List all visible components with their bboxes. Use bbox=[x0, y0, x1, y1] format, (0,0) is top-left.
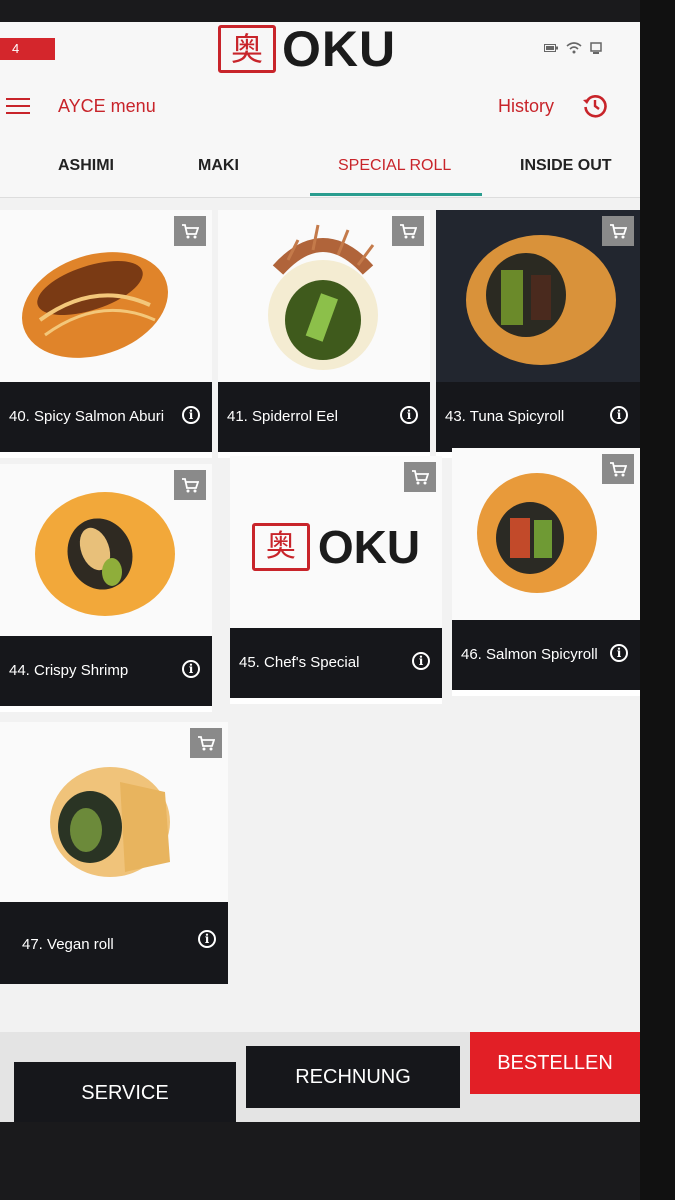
history-link[interactable]: History bbox=[498, 96, 554, 117]
cart-icon[interactable] bbox=[404, 462, 436, 492]
product-card[interactable]: 40. Spicy Salmon Aburi i bbox=[0, 210, 212, 458]
table-badge: 4 bbox=[0, 38, 55, 60]
product-label-bar: 41. Spiderrol Eel i bbox=[218, 382, 430, 452]
bill-button[interactable]: RECHNUNG bbox=[246, 1046, 460, 1108]
logo-glyph: 奥 bbox=[251, 523, 310, 571]
product-label-bar: 43. Tuna Spicyroll i bbox=[436, 382, 640, 452]
active-tab-indicator bbox=[310, 193, 482, 196]
top-toolbar: AYCE menu History bbox=[0, 82, 640, 137]
product-logo: 奥 OKU bbox=[251, 520, 421, 574]
cart-icon[interactable] bbox=[392, 216, 424, 246]
product-name: 46. Salmon Spicyroll bbox=[461, 646, 598, 663]
tab-special-roll[interactable]: SPECIAL ROLL bbox=[338, 157, 451, 175]
info-icon[interactable]: i bbox=[182, 406, 200, 424]
product-name: 44. Crispy Shrimp bbox=[9, 662, 129, 679]
cart-icon[interactable] bbox=[190, 728, 222, 758]
battery-icon bbox=[544, 42, 558, 57]
cart-icon[interactable] bbox=[174, 470, 206, 500]
category-tabs: ASHIMI MAKI SPECIAL ROLL INSIDE OUT bbox=[0, 137, 640, 198]
info-icon[interactable]: i bbox=[182, 660, 200, 678]
device-bezel bbox=[640, 0, 675, 1200]
cart-icon[interactable] bbox=[174, 216, 206, 246]
cart-icon[interactable] bbox=[602, 216, 634, 246]
info-icon[interactable]: i bbox=[610, 406, 628, 424]
service-button[interactable]: SERVICE bbox=[14, 1062, 236, 1122]
product-label-bar: 46. Salmon Spicyroll i bbox=[452, 620, 640, 690]
product-card[interactable]: 44. Crispy Shrimp i bbox=[0, 464, 212, 712]
product-card[interactable]: 47. Vegan roll i bbox=[0, 722, 228, 984]
cart-icon[interactable] bbox=[602, 454, 634, 484]
info-icon[interactable]: i bbox=[610, 644, 628, 662]
bottom-action-bar: SERVICE RECHNUNG BESTELLEN bbox=[0, 1032, 640, 1122]
hamburger-menu-icon[interactable] bbox=[6, 98, 30, 116]
product-name: 41. Spiderrol Eel bbox=[227, 408, 338, 425]
app-screen: 4 奥 OKU AYCE menu History ASHIMI MAKI SP… bbox=[0, 22, 640, 1122]
wifi-icon bbox=[566, 42, 582, 57]
product-name: 40. Spicy Salmon Aburi bbox=[9, 408, 165, 425]
logo-glyph: 奥 bbox=[218, 25, 276, 73]
tab-inside-out[interactable]: INSIDE OUT bbox=[520, 157, 612, 175]
product-label-bar: 44. Crispy Shrimp i bbox=[0, 636, 212, 706]
status-bar: 4 奥 OKU bbox=[0, 22, 640, 82]
order-button[interactable]: BESTELLEN bbox=[470, 1032, 640, 1094]
product-name: 47. Vegan roll bbox=[22, 936, 114, 953]
tab-maki[interactable]: MAKI bbox=[198, 157, 239, 175]
system-icons bbox=[544, 42, 602, 57]
info-icon[interactable]: i bbox=[400, 406, 418, 424]
logo-text: OKU bbox=[317, 521, 421, 573]
info-icon[interactable]: i bbox=[198, 930, 216, 948]
product-card[interactable]: 41. Spiderrol Eel i bbox=[218, 210, 430, 458]
product-card[interactable]: 46. Salmon Spicyroll i bbox=[452, 448, 640, 696]
product-card[interactable]: 43. Tuna Spicyroll i bbox=[436, 210, 640, 458]
tab-sashimi[interactable]: ASHIMI bbox=[58, 157, 114, 175]
product-name: 45. Chef's Special bbox=[239, 654, 360, 671]
product-label-bar: 40. Spicy Salmon Aburi i bbox=[0, 382, 212, 452]
product-card[interactable]: 奥 OKU 45. Chef's Special i bbox=[230, 456, 442, 704]
info-icon[interactable]: i bbox=[412, 652, 430, 670]
product-name: 43. Tuna Spicyroll bbox=[445, 408, 565, 425]
logo-text: OKU bbox=[282, 22, 397, 77]
brand-logo: 奥 OKU bbox=[218, 24, 396, 74]
menu-title: AYCE menu bbox=[58, 96, 156, 116]
history-icon[interactable] bbox=[582, 93, 608, 119]
product-label-bar: 47. Vegan roll i bbox=[0, 902, 228, 984]
product-label-bar: 45. Chef's Special i bbox=[230, 628, 442, 698]
device-icon bbox=[590, 42, 602, 57]
